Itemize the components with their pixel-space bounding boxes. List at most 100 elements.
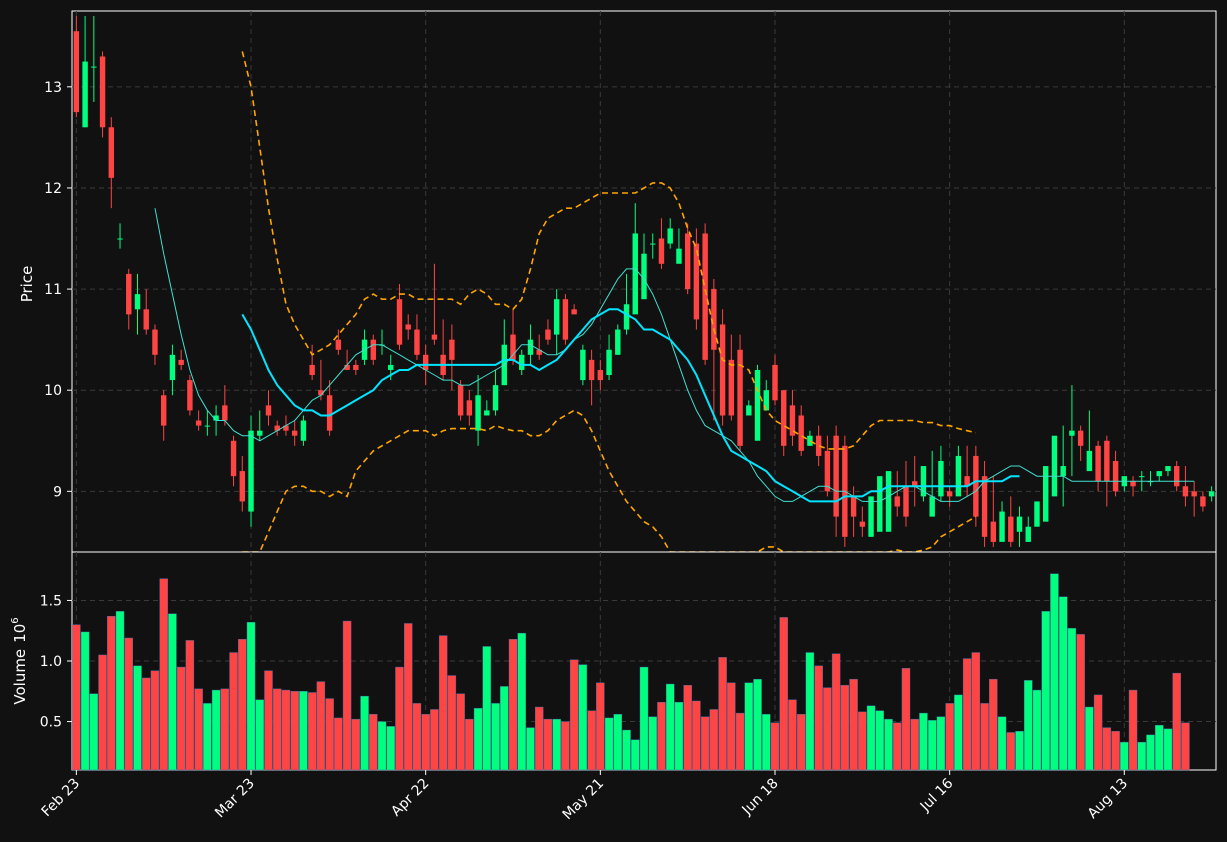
volume-bar [858, 711, 867, 771]
volume-bar [1085, 706, 1094, 771]
volume-bar [622, 729, 631, 771]
candle-body [449, 339, 455, 360]
candle-body [807, 435, 813, 446]
volume-bar [596, 682, 605, 771]
candle-body [1208, 491, 1215, 497]
candle-body [431, 334, 438, 340]
candle-body [746, 405, 752, 416]
volume-bar [840, 685, 850, 771]
volume-bar [1050, 573, 1059, 771]
candle-body [1069, 430, 1075, 436]
volume-bar [98, 654, 107, 771]
candle-body [239, 471, 245, 502]
volume-bar [919, 712, 928, 771]
volume-bar [604, 717, 614, 771]
volume-bar [1032, 689, 1042, 771]
volume-bar [517, 632, 526, 771]
price-y-ticks: 9 10 11 12 13 [44, 80, 72, 500]
volume-bar [351, 718, 361, 771]
volume-bar [692, 700, 701, 771]
volume-bar [875, 710, 885, 771]
volume-bar [72, 624, 81, 771]
volume-bar [386, 726, 395, 771]
price-y-tick-label: 9 [53, 484, 62, 500]
volume-bar [203, 703, 212, 771]
volume-y-ticks: 0.5 1.0 1.5 [40, 593, 72, 731]
volume-bar [185, 640, 195, 771]
x-tick-label: Aug 13 [1085, 776, 1131, 822]
volume-bar [465, 718, 474, 771]
volume-bar [107, 615, 116, 771]
x-tick-label: May 21 [560, 776, 608, 824]
candle-body [492, 385, 499, 411]
volume-bar [369, 714, 378, 771]
candle-body [396, 299, 403, 345]
volume-bar [273, 688, 282, 771]
candle-body [484, 410, 490, 416]
volume-bar [543, 718, 553, 771]
x-tick-label: Jun 18 [739, 776, 782, 819]
candle-body [833, 435, 839, 517]
candle-body [623, 304, 630, 330]
volume-bar [412, 703, 422, 771]
volume-bar [552, 718, 561, 771]
volume-bar [796, 714, 806, 771]
candle-body [510, 334, 516, 360]
candle-body [405, 324, 411, 330]
volume-bar [1181, 722, 1190, 771]
candle-body [938, 460, 944, 497]
volume-bar [657, 701, 666, 771]
volume-bar [971, 652, 981, 771]
volume-bar [587, 710, 596, 771]
volume-bar [779, 617, 788, 771]
candle-body [990, 521, 997, 542]
volume-bar [665, 683, 675, 771]
volume-axis-label: Volume 106 [10, 617, 29, 704]
volume-axis-multiplier: 10 [11, 624, 29, 643]
candle-body [1112, 460, 1119, 492]
volume-bar [945, 703, 954, 771]
volume-bar [727, 682, 736, 771]
candle-body [702, 233, 708, 360]
volume-bar [89, 693, 99, 771]
candle-body [475, 395, 481, 431]
volume-bar [893, 722, 902, 771]
candle-body [553, 299, 560, 335]
volume-bar [814, 665, 823, 771]
price-y-tick-label: 11 [44, 282, 62, 298]
candle-body [108, 127, 115, 178]
volume-bar [648, 716, 657, 771]
candle-body [126, 273, 132, 315]
candle-body [859, 521, 866, 527]
volume-bar [80, 631, 90, 771]
volume-axis-exponent: 6 [10, 617, 21, 623]
volume-bar [1128, 689, 1138, 771]
volume-bar [1102, 727, 1112, 771]
volume-bar [709, 709, 719, 771]
volume-bar [735, 712, 745, 771]
volume-bar [674, 701, 684, 771]
price-y-tick-label: 10 [44, 383, 62, 399]
volume-bar [1041, 611, 1050, 771]
candle-body [99, 56, 106, 128]
volume-bar [1111, 731, 1120, 771]
volume-bar [194, 688, 203, 771]
volume-y-tick-label: 0.5 [40, 715, 62, 731]
volume-bar [325, 698, 334, 771]
candle-body [676, 248, 682, 264]
candle-body [1182, 486, 1189, 497]
volume-y-tick-label: 1.5 [40, 593, 62, 609]
candle-body [1173, 466, 1180, 487]
candle-body [981, 476, 988, 537]
volume-bar [342, 620, 352, 771]
price-y-tick-label: 13 [44, 80, 62, 96]
candle-body [615, 329, 621, 355]
candle-body [667, 228, 673, 244]
volume-bar [238, 639, 247, 771]
volume-bar [1155, 724, 1164, 771]
volume-bar [220, 688, 230, 771]
candle-body [422, 354, 429, 370]
volume-bar [124, 637, 133, 771]
volume-bar [299, 691, 308, 771]
candle-body [1008, 516, 1014, 542]
